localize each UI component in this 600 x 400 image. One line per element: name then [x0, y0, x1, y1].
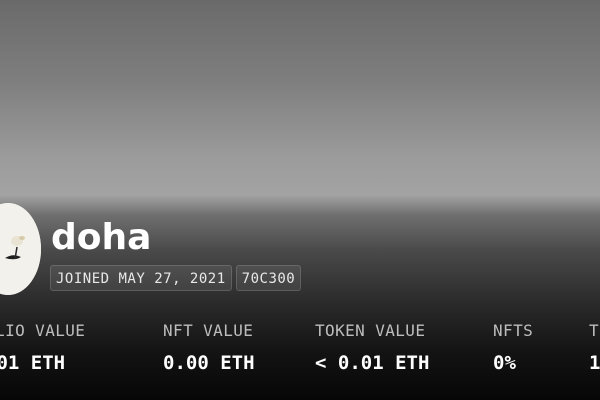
stat-value: .01 ETH [0, 352, 66, 374]
stat-value: 0.00 ETH [163, 352, 255, 374]
stat-label: TOKEN VALUE [315, 321, 426, 340]
stat-value: 0% [493, 352, 516, 374]
stat-truncated: T 1 [589, 320, 600, 376]
profile-badges: JOINED MAY 27, 2021 70C300 [50, 265, 302, 291]
stat-label: NFT VALUE [163, 321, 254, 340]
stat-label: NFTS [493, 321, 534, 340]
stat-label: T [589, 321, 600, 340]
username: doha [51, 217, 152, 258]
flower-avatar-icon [0, 203, 41, 295]
wallet-address-badge[interactable]: 70C300 [235, 265, 302, 291]
stat-label: OLIO VALUE [0, 321, 86, 340]
avatar[interactable] [0, 203, 41, 295]
stat-value: < 0.01 ETH [315, 352, 430, 374]
stat-nft-value: NFT VALUE 0.00 ETH [163, 320, 255, 376]
stat-nfts: NFTS 0% [493, 320, 533, 376]
stat-token-value: TOKEN VALUE < 0.01 ETH [315, 320, 429, 376]
stat-value: 1 [589, 352, 600, 374]
stat-portfolio-value: OLIO VALUE .01 ETH [0, 320, 85, 376]
joined-date-badge: JOINED MAY 27, 2021 [50, 265, 232, 291]
profile-page: doha JOINED MAY 27, 2021 70C300 OLIO VAL… [0, 0, 600, 400]
